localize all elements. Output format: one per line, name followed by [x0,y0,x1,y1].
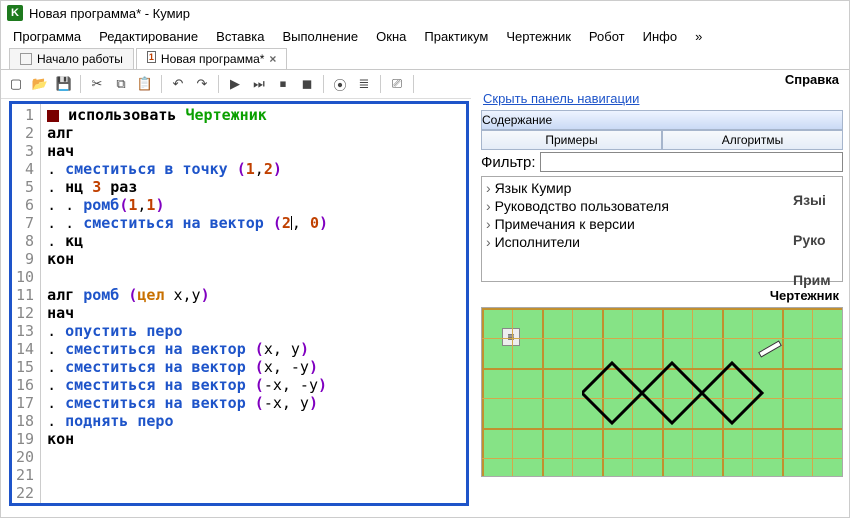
help-tab-algorithms[interactable]: Алгоритмы [662,130,843,150]
open-file-icon: 📂 [32,76,48,92]
code-area[interactable]: использовать Чертежникалгнач. сместиться… [41,104,466,503]
document-icon [20,53,32,65]
app-icon: K [7,5,23,21]
canvas-menu-icon[interactable]: ≡ [502,328,520,346]
help-tab-examples[interactable]: Примеры [481,130,662,150]
menu-инфо[interactable]: Инфо [643,29,677,44]
menu-вставка[interactable]: Вставка [216,29,264,44]
help-tab-contents[interactable]: Содержание [481,110,843,130]
drawing-canvas[interactable]: ≡ [481,307,843,477]
paste-icon: 📋 [137,76,153,92]
variables-button[interactable]: ≣ [353,73,375,95]
save-file-button[interactable]: 💾 [53,73,75,95]
tree-item[interactable]: Примечания к версии [486,215,838,233]
toggle-gutter-button[interactable]: ⎚ [386,73,408,95]
open-file-button[interactable]: 📂 [29,73,51,95]
paste-button[interactable]: 📋 [134,73,156,95]
menu-практикум[interactable]: Практикум [424,29,488,44]
cut-icon: ✂ [92,76,103,92]
breakpoints-icon: ⦿ [333,75,346,94]
window-title: Новая программа* - Кумир [29,6,190,21]
run-icon: ▶ [230,76,240,92]
undo-icon: ↶ [173,76,184,92]
stop-all-button[interactable]: ◼ [296,73,318,95]
romb-drawing [582,343,822,443]
window-titlebar: K Новая программа* - Кумир [1,1,849,25]
menu-чертежник[interactable]: Чертежник [506,29,571,44]
menubar: Программа Редактирование Вставка Выполнение… [1,25,849,48]
help-panel-title: Справка [475,70,849,87]
tree-item[interactable]: Язык Кумир [486,179,838,197]
tab-label: Начало работы [37,52,123,66]
stop-all-icon: ◼ [302,76,313,92]
filter-label: Фильтр: [481,154,536,171]
stop-button[interactable]: ⏹ [272,73,294,95]
tab-label: Новая программа* [161,52,265,66]
text-caret [291,216,292,230]
breakpoints-button[interactable]: ⦿ [329,73,351,95]
menu-окна[interactable]: Окна [376,29,406,44]
tree-item[interactable]: Руководство пользователя [486,197,838,215]
code-editor[interactable]: 12345678910111213141516171819202122 испо… [9,101,469,506]
menu-»[interactable]: » [695,29,702,44]
cut-button[interactable]: ✂ [86,73,108,95]
step-icon: ⏭ [253,76,265,92]
menu-выполнение[interactable]: Выполнение [282,29,358,44]
step-button[interactable]: ⏭ [248,73,270,95]
filter-input[interactable] [540,152,843,172]
stop-icon: ⏹ [280,76,287,92]
redo-button[interactable]: ↷ [191,73,213,95]
variables-icon: ≣ [359,76,370,92]
line-number-gutter: 12345678910111213141516171819202122 [12,104,41,503]
tab-Новая программа*[interactable]: 1Новая программа*× [136,48,288,69]
menu-программа[interactable]: Программа [13,29,81,44]
document-tabs: Начало работы1Новая программа*× [1,48,849,70]
run-button[interactable]: ▶ [224,73,246,95]
new-file-icon: ▢ [10,76,22,92]
copy-button[interactable]: ⧉ [110,73,132,95]
menu-редактирование[interactable]: Редактирование [99,29,198,44]
help-preview-pane: ЯзыіРукоПрим [789,180,849,300]
redo-icon: ↷ [197,76,208,92]
hide-nav-link[interactable]: Скрыть панель навигации [475,87,647,110]
undo-button[interactable]: ↶ [167,73,189,95]
tab-Начало работы[interactable]: Начало работы [9,48,134,69]
save-file-icon: 💾 [56,76,72,92]
stop-marker-icon [47,110,59,122]
menu-робот[interactable]: Робот [589,29,625,44]
copy-icon: ⧉ [116,76,125,92]
new-file-button[interactable]: ▢ [5,73,27,95]
close-icon[interactable]: × [269,52,276,66]
editor-toolbar: ▢ 📂 💾 ✂ ⧉ 📋 ↶ ↷ ▶ ⏭ ⏹ ◼ ⦿ ≣ ⎚ [1,70,471,99]
tree-item[interactable]: Исполнители [486,233,838,251]
toggle-gutter-icon: ⎚ [392,76,402,92]
